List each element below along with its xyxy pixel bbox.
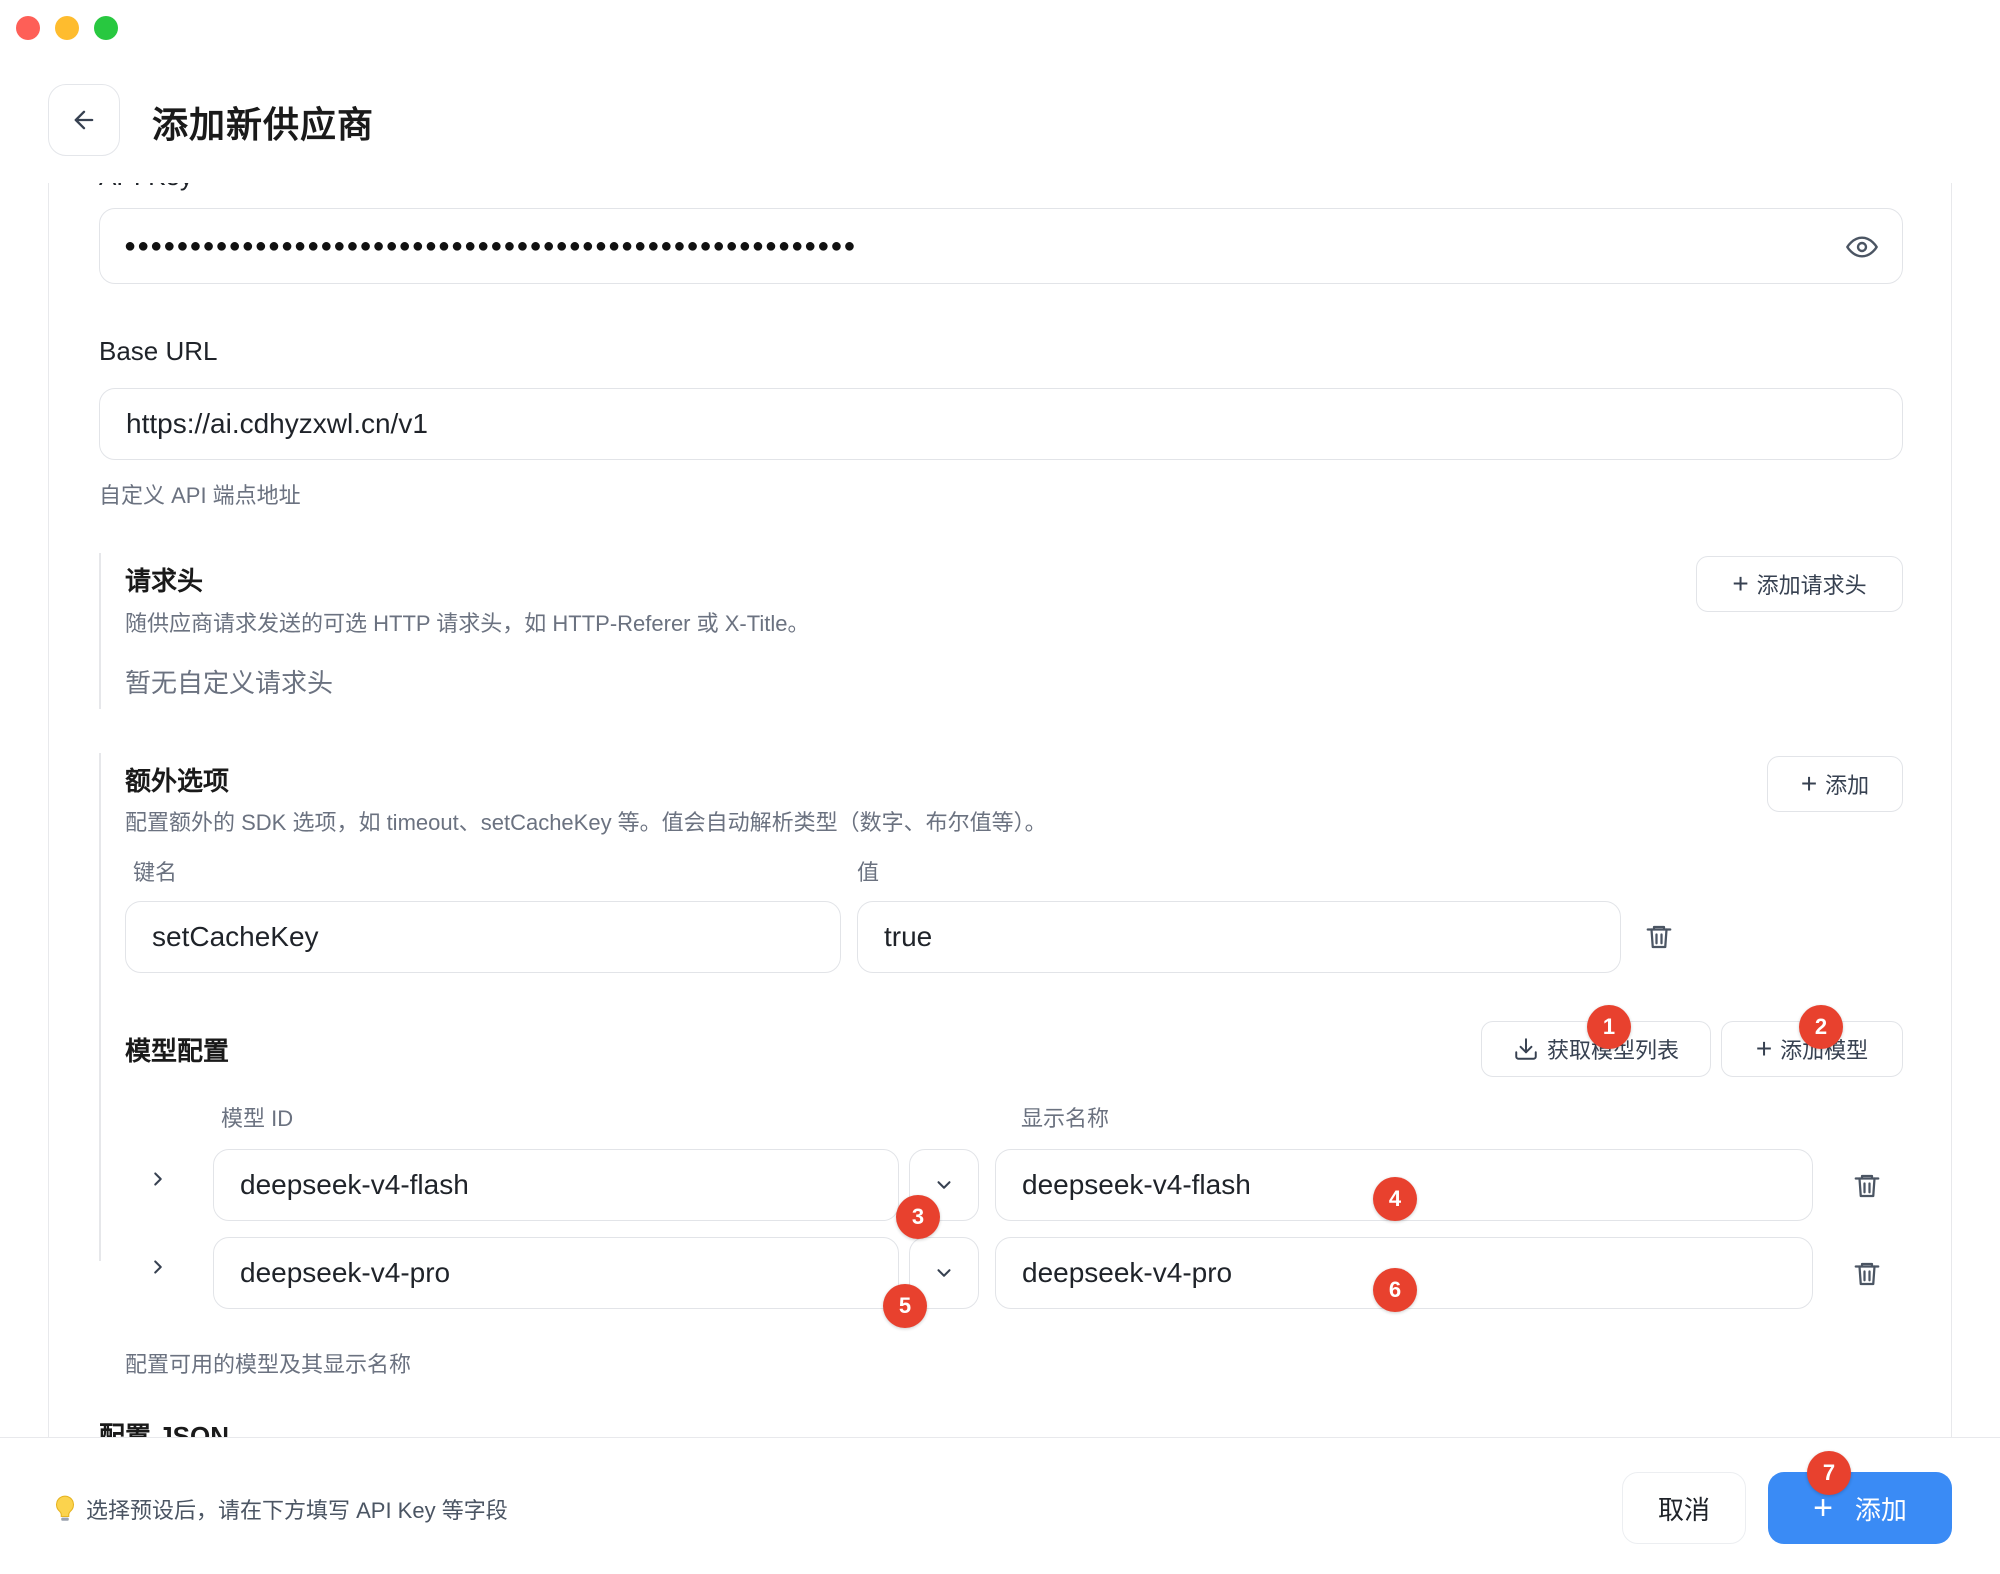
footer-hint: 选择预设后，请在下方填写 API Key 等字段 (52, 1493, 508, 1525)
annotation-badge: 5 (883, 1284, 927, 1328)
add-header-label: 添加请求头 (1756, 573, 1867, 598)
close-window-button[interactable] (16, 16, 40, 40)
submit-add-label: 添加 (1854, 1494, 1907, 1525)
config-json-title: 配置 JSON (99, 1421, 230, 1437)
chevron-down-icon (937, 1269, 951, 1277)
base-url-label: Base URL (99, 336, 218, 366)
model-id-value: deepseek-v4-flash (240, 1169, 469, 1200)
annotation-badge: 7 (1807, 1451, 1851, 1495)
models-section-divider (99, 1021, 101, 1261)
api-key-masked-value: ●●●●●●●●●●●●●●●●●●●●●●●●●●●●●●●●●●●●●●●●… (124, 234, 857, 257)
footer-hint-text: 选择预设后，请在下方填写 API Key 等字段 (86, 1498, 508, 1523)
delete-model-button[interactable] (1847, 1254, 1887, 1294)
annotation-badge: 1 (1587, 1005, 1631, 1049)
model-id-header: 模型 ID (221, 1106, 294, 1131)
headers-section-description: 随供应商请求发送的可选 HTTP 请求头，如 HTTP-Referer 或 X-… (125, 611, 810, 636)
base-url-input[interactable]: https://ai.cdhyzxwl.cn/v1 (99, 388, 1903, 460)
model-id-input[interactable]: deepseek-v4-pro (213, 1237, 899, 1309)
option-key-input[interactable]: setCacheKey (125, 901, 841, 973)
eye-icon[interactable] (1846, 231, 1878, 270)
delete-option-button[interactable] (1639, 917, 1679, 957)
chevron-right-icon (154, 1172, 162, 1186)
plus-icon: + (1800, 768, 1818, 799)
model-id-input[interactable]: deepseek-v4-flash (213, 1149, 899, 1221)
headers-section-divider (99, 553, 101, 709)
trash-icon (1646, 925, 1672, 949)
model-name-value: deepseek-v4-pro (1022, 1257, 1233, 1288)
extra-options-description: 配置额外的 SDK 选项，如 timeout、setCacheKey 等。值会自… (125, 810, 1047, 835)
download-icon (1515, 1038, 1537, 1060)
api-key-label: API Key (99, 183, 193, 192)
app-window: 添加新供应商 API Key ●●●●●●●●●●●●●●●●●●●●●●●●●… (0, 0, 2000, 1574)
models-section-title: 模型配置 (125, 1036, 230, 1066)
plus-icon: + (1813, 1489, 1833, 1527)
option-value-header: 值 (857, 860, 880, 885)
option-key-header: 键名 (133, 860, 178, 885)
option-value-value: true (884, 921, 933, 952)
expand-model-row-button[interactable] (145, 1254, 171, 1280)
trash-icon (1854, 1262, 1880, 1286)
headers-empty-text: 暂无自定义请求头 (125, 668, 334, 698)
option-value-input[interactable]: true (857, 901, 1621, 973)
model-name-value: deepseek-v4-flash (1022, 1169, 1251, 1200)
back-button[interactable] (48, 84, 120, 156)
add-option-button[interactable]: + 添加 (1767, 756, 1903, 812)
arrow-left-icon (74, 110, 94, 130)
api-key-input[interactable]: ●●●●●●●●●●●●●●●●●●●●●●●●●●●●●●●●●●●●●●●●… (99, 208, 1903, 284)
annotation-badge: 2 (1799, 1005, 1843, 1049)
option-key-value: setCacheKey (152, 921, 319, 952)
base-url-help: 自定义 API 端点地址 (99, 483, 301, 508)
add-header-button[interactable]: + 添加请求头 (1696, 556, 1903, 612)
chevron-right-icon (154, 1260, 162, 1274)
annotation-badge: 4 (1373, 1177, 1417, 1221)
delete-model-button[interactable] (1847, 1166, 1887, 1206)
lightbulb-icon (55, 1495, 75, 1521)
headers-section-title: 请求头 (125, 566, 204, 596)
base-url-value: https://ai.cdhyzxwl.cn/v1 (126, 408, 428, 439)
trash-icon (1854, 1174, 1880, 1198)
plus-icon: + (1755, 1033, 1773, 1064)
dialog-footer: 选择预设后，请在下方填写 API Key 等字段 取消 + 添加 7 (0, 1437, 2000, 1574)
models-help: 配置可用的模型及其显示名称 (125, 1352, 412, 1377)
annotation-badge: 3 (896, 1195, 940, 1239)
chevron-down-icon (937, 1181, 951, 1189)
maximize-window-button[interactable] (94, 16, 118, 40)
extra-options-title: 额外选项 (125, 766, 230, 796)
minimize-window-button[interactable] (55, 16, 79, 40)
page-title: 添加新供应商 (152, 104, 375, 145)
plus-icon: + (1732, 568, 1749, 599)
window-controls (16, 16, 118, 40)
model-id-value: deepseek-v4-pro (240, 1257, 451, 1288)
form-scroll-area[interactable]: API Key ●●●●●●●●●●●●●●●●●●●●●●●●●●●●●●●●… (48, 183, 1952, 1437)
annotation-badge: 6 (1373, 1268, 1417, 1312)
submit-add-button[interactable]: + 添加 (1768, 1472, 1952, 1544)
expand-model-row-button[interactable] (145, 1166, 171, 1192)
model-name-header: 显示名称 (1021, 1106, 1110, 1131)
cancel-button[interactable]: 取消 (1622, 1472, 1746, 1544)
add-option-label: 添加 (1825, 773, 1870, 798)
